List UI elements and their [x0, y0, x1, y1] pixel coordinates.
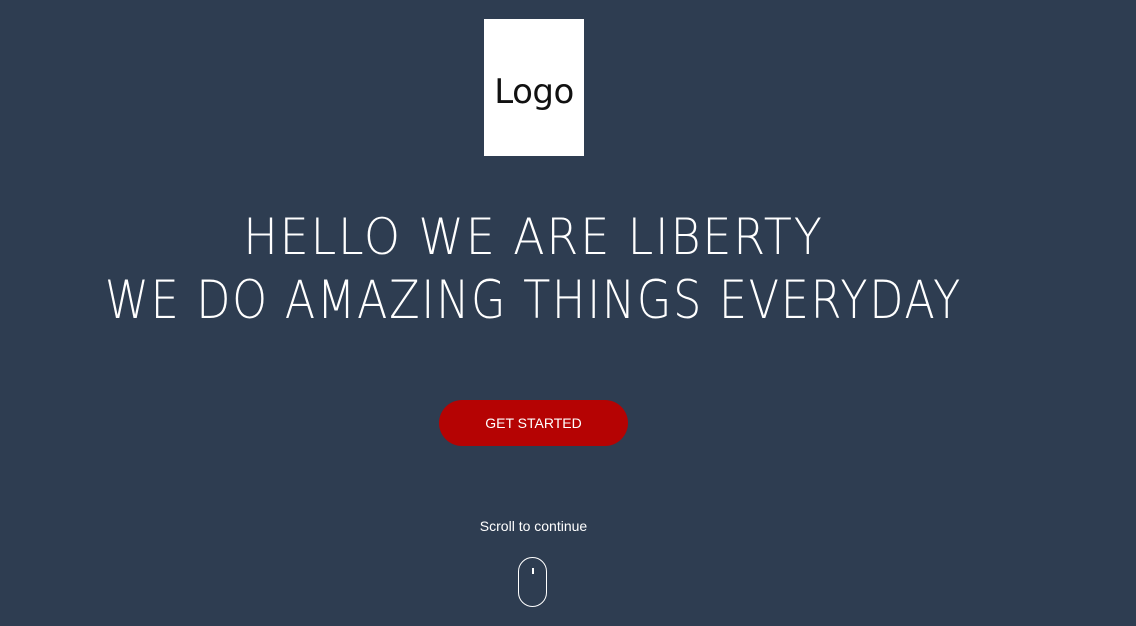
mouse-icon[interactable] — [518, 557, 547, 607]
hero-headline-line-2: WE DO AMAZING THINGS EVERYDAY — [104, 270, 962, 331]
logo[interactable]: Logo — [484, 19, 584, 156]
mouse-wheel-indicator — [532, 568, 534, 574]
hero-headline-line-1: HELLO WE ARE LIBERTY — [243, 208, 824, 266]
logo-text: Logo — [494, 71, 574, 112]
get-started-button[interactable]: GET STARTED — [439, 400, 628, 446]
scroll-hint-text: Scroll to continue — [479, 518, 588, 534]
